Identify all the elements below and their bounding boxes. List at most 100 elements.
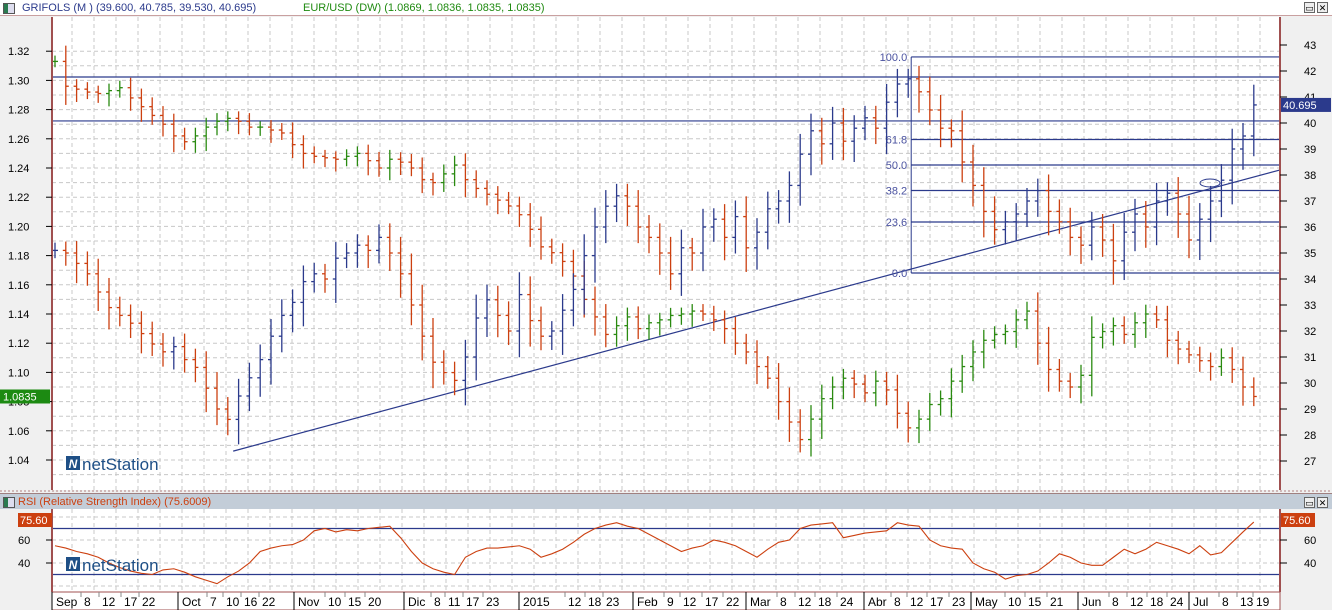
axis-tick-label: 1.28 — [8, 105, 29, 117]
rsi-last-value-label: 75.60 — [1283, 515, 1311, 527]
axis-tick-label: 1.12 — [8, 338, 29, 350]
axis-tick-label: 1.14 — [8, 309, 29, 321]
date-label: Abr — [868, 595, 887, 609]
date-label: 15 — [348, 595, 362, 609]
date-label: 22 — [726, 595, 740, 609]
fibonacci-level-label: 23.6 — [886, 217, 907, 229]
axis-tick-label: 28 — [1304, 430, 1316, 442]
date-label: 23 — [486, 595, 500, 609]
logo-text: netStation — [82, 455, 159, 474]
rsi-close-button[interactable]: ✕ — [1317, 497, 1328, 508]
date-label: 10 — [1008, 595, 1022, 609]
axis-tick-label: 38 — [1304, 170, 1316, 182]
axis-tick-label: 60 — [18, 535, 30, 547]
axis-tick-label: 40 — [1304, 558, 1316, 570]
axis-tick-label: 35 — [1304, 248, 1316, 260]
axis-tick-label: 1.10 — [8, 367, 29, 379]
axis-tick-label: 36 — [1304, 222, 1316, 234]
date-label: 8 — [84, 595, 91, 609]
axis-tick-label: 32 — [1304, 326, 1316, 338]
date-label: 8 — [894, 595, 901, 609]
fibonacci-level-label: 38.2 — [886, 185, 907, 197]
date-label: Dic — [408, 595, 425, 609]
date-label: 15 — [1028, 595, 1042, 609]
last-value-label: 1.0835 — [3, 391, 37, 403]
date-label: 23 — [952, 595, 966, 609]
axis-tick-label: 1.18 — [8, 251, 29, 263]
date-label: 12 — [683, 595, 697, 609]
axis-tick-label: 1.22 — [8, 192, 29, 204]
axis-tick-label: 1.20 — [8, 221, 29, 233]
axis-tick-label: 29 — [1304, 404, 1316, 416]
date-label: 22 — [142, 595, 156, 609]
axis-tick-label: 34 — [1304, 274, 1316, 286]
axis-tick-label: 27 — [1304, 456, 1316, 468]
right-price-axis: 434241403938373635343332313029282740.695 — [1280, 40, 1331, 468]
date-label: 22 — [262, 595, 276, 609]
date-label: May — [975, 595, 998, 609]
axis-tick-label: 37 — [1304, 196, 1316, 208]
logo-mark-text: N — [69, 457, 78, 471]
date-label: 19 — [1256, 595, 1270, 609]
left-price-axis: 1.32 1.30 1.28 1.26 1.24 1.22 1.20 1.18 1.16 1.14… — [0, 46, 52, 467]
date-label: 21 — [1050, 595, 1064, 609]
date-label: 12 — [102, 595, 116, 609]
date-label: 23 — [606, 595, 620, 609]
date-label: 8 — [780, 595, 787, 609]
date-label: 16 — [244, 595, 258, 609]
axis-tick-label: 1.16 — [8, 280, 29, 292]
date-label: 9 — [667, 595, 674, 609]
date-label: Sep — [56, 595, 78, 609]
axis-tick-label: 40 — [1304, 118, 1316, 130]
date-label: 13 — [1240, 595, 1254, 609]
rsi-window-icon — [3, 497, 15, 508]
date-label: Nov — [298, 595, 319, 609]
date-label: 11 — [448, 595, 461, 609]
axis-tick-label: 39 — [1304, 144, 1316, 156]
date-label: 20 — [368, 595, 382, 609]
rsi-chart[interactable]: N netStation 60 60 40 40 75.60 75.60 Sep 8 12 17… — [0, 509, 1332, 610]
date-label: 8 — [1112, 595, 1119, 609]
date-label: Jun — [1082, 595, 1101, 609]
rsi-title-bar: RSI (Relative Strength Index) (75.6009) … — [0, 493, 1332, 509]
axis-tick-label: 31 — [1304, 352, 1316, 364]
rsi-last-value-label: 75.60 — [20, 515, 48, 527]
axis-tick-label: 33 — [1304, 300, 1316, 312]
date-label: 17 — [930, 595, 944, 609]
date-label: 18 — [1150, 595, 1164, 609]
date-label: 12 — [568, 595, 582, 609]
date-label: 18 — [818, 595, 832, 609]
axis-tick-label: 1.30 — [8, 75, 29, 87]
date-label: 7 — [210, 595, 217, 609]
date-label: 24 — [840, 595, 854, 609]
date-label: 10 — [226, 595, 240, 609]
fibonacci-level-label: 100.0 — [880, 52, 908, 64]
axis-tick-label: 1.24 — [8, 163, 29, 175]
date-label: Mar — [750, 595, 771, 609]
rsi-legend: RSI (Relative Strength Index) (75.6009) — [18, 496, 212, 508]
date-label: Oct — [182, 595, 201, 609]
date-label: 8 — [1222, 595, 1229, 609]
date-label: 12 — [1130, 595, 1144, 609]
date-label: 17 — [466, 595, 480, 609]
price-chart[interactable]: 100.0 61.8 50.0 38.2 23.6 0.0 N netStation 1.… — [0, 0, 1332, 493]
rsi-logo-text: netStation — [82, 556, 159, 575]
fibonacci-level-label: 50.0 — [886, 160, 907, 172]
date-label: 17 — [124, 595, 138, 609]
rsi-maximize-button[interactable]: ▭ — [1304, 497, 1315, 508]
axis-tick-label: 1.04 — [8, 455, 29, 467]
axis-tick-label: 30 — [1304, 378, 1316, 390]
axis-tick-label: 40 — [18, 558, 30, 570]
date-label: Feb — [637, 595, 658, 609]
date-label: 2015 — [523, 595, 550, 609]
date-label: 10 — [328, 595, 342, 609]
date-label: 12 — [910, 595, 924, 609]
date-label: 8 — [434, 595, 441, 609]
axis-tick-label: 43 — [1304, 40, 1316, 52]
date-label: 24 — [1170, 595, 1184, 609]
axis-tick-label: 60 — [1304, 535, 1316, 547]
axis-tick-label: 1.32 — [8, 46, 29, 58]
axis-tick-label: 1.26 — [8, 134, 29, 146]
rsi-logo-mark-text: N — [69, 558, 78, 572]
last-value-label: 40.695 — [1283, 100, 1317, 112]
